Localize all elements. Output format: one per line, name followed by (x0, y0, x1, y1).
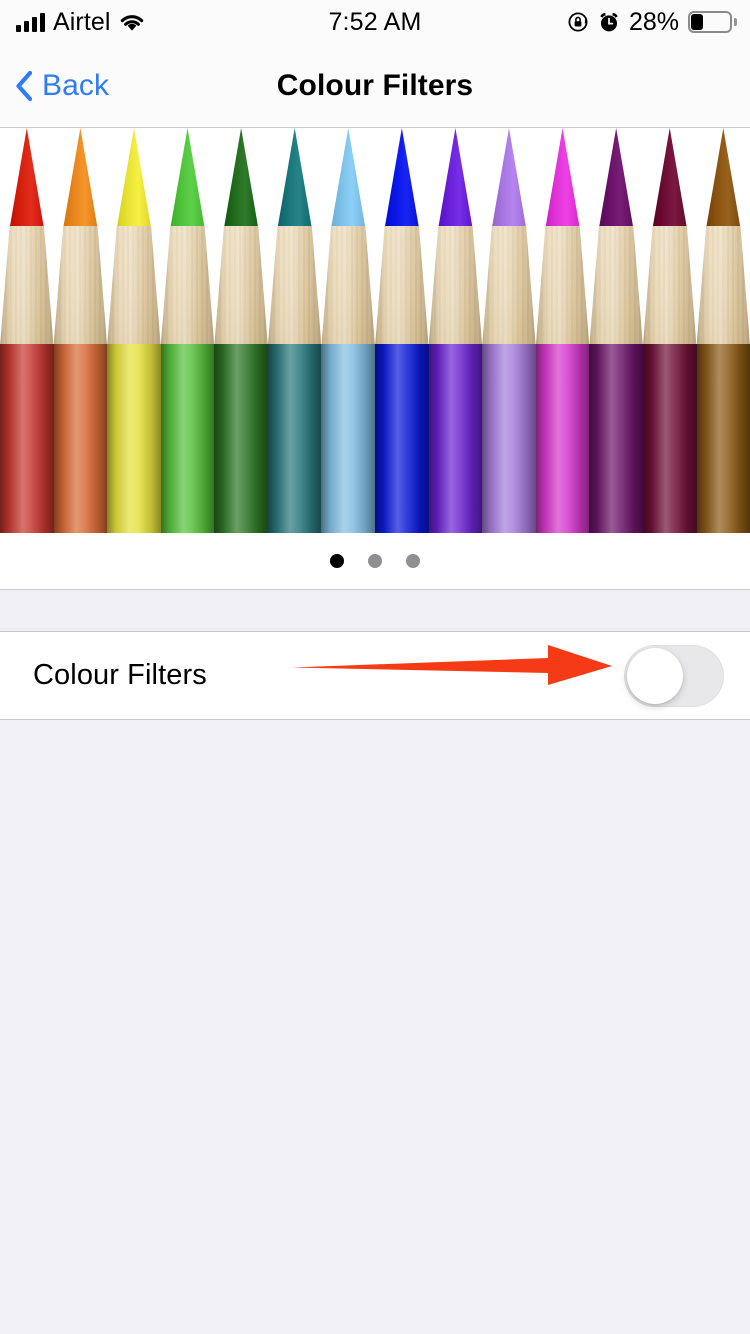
pencil-11 (535, 128, 590, 533)
pencil-barrel (375, 344, 429, 533)
pencil-barrel (53, 344, 108, 533)
pencil-tip (545, 128, 580, 228)
pencil-barrel (535, 344, 590, 533)
pencil-1 (0, 128, 54, 533)
pencil-wood (535, 226, 590, 346)
pencil-barrel (642, 344, 697, 533)
preview-page-control[interactable] (0, 533, 750, 589)
colour-filters-switch[interactable] (624, 644, 724, 707)
page-dot-2[interactable] (368, 554, 382, 568)
battery-percent-label: 28% (628, 7, 679, 36)
section-gap (0, 589, 750, 632)
coloured-pencils-image (0, 128, 750, 533)
page-dot-3[interactable] (406, 554, 420, 568)
pencil-wood (589, 226, 643, 346)
status-bar-left: Airtel (16, 8, 567, 37)
pencil-barrel (321, 344, 376, 533)
pencil-wood (375, 226, 429, 346)
pencil-3 (107, 128, 161, 533)
page-dots[interactable] (330, 554, 420, 568)
back-button-label: Back (42, 68, 110, 102)
pencil-6 (267, 128, 322, 533)
status-bar: Airtel 7:52 AM 28% (0, 0, 750, 44)
pencil-wood (107, 226, 161, 346)
back-button[interactable]: Back (0, 69, 109, 103)
pencil-barrel (107, 344, 161, 533)
pencil-tip (170, 128, 205, 228)
pencil-12 (589, 128, 643, 533)
alarm-clock-icon (598, 11, 620, 33)
pencil-barrel (0, 344, 54, 533)
signal-bars-icon (16, 12, 45, 32)
pencil-tip (9, 128, 44, 228)
pencil-barrel (482, 344, 536, 533)
pencil-tip (599, 128, 634, 228)
pencil-9 (428, 128, 483, 533)
pencil-tip (491, 128, 527, 228)
pencil-5 (214, 128, 268, 533)
colour-filters-label: Colour Filters (33, 659, 207, 691)
wifi-icon (119, 12, 145, 32)
pencil-barrel (696, 344, 750, 533)
pencil-tip (438, 128, 473, 228)
pencil-barrel (428, 344, 483, 533)
page-dot-1[interactable] (330, 554, 344, 568)
pencil-wood (696, 226, 750, 346)
pencil-14 (696, 128, 750, 533)
pencil-tip (652, 128, 687, 228)
status-bar-right: 28% (567, 7, 737, 37)
pencil-tip (277, 128, 312, 228)
phone-screen: Airtel 7:52 AM 28% Back Colour Filters C… (0, 0, 750, 1334)
pencil-barrel (160, 344, 215, 533)
pencil-tip (331, 128, 366, 228)
pencil-2 (53, 128, 108, 533)
pencil-4 (160, 128, 215, 533)
pencil-tip (706, 128, 741, 228)
battery-icon (688, 11, 737, 33)
pencil-7 (321, 128, 376, 533)
pencil-wood (160, 226, 215, 346)
colour-filters-row[interactable]: Colour Filters (0, 632, 750, 720)
carrier-label: Airtel (53, 7, 111, 36)
pencil-wood (642, 226, 697, 346)
navigation-bar: Back Colour Filters (0, 44, 750, 128)
rotation-lock-icon (567, 11, 589, 33)
pencil-tip (116, 128, 152, 228)
pencil-tip (384, 128, 419, 228)
pencil-wood (0, 226, 54, 346)
pencil-tip (63, 128, 98, 228)
pencil-wood (428, 226, 483, 346)
pencil-tip (223, 128, 259, 228)
pencil-13 (642, 128, 697, 533)
pencil-wood (214, 226, 268, 346)
pencil-barrel (267, 344, 322, 533)
colour-filter-preview-card (0, 128, 750, 589)
pencil-8 (375, 128, 429, 533)
pencil-10 (482, 128, 536, 533)
pencil-barrel (589, 344, 643, 533)
pencil-wood (321, 226, 376, 346)
pencil-wood (267, 226, 322, 346)
switch-knob (627, 647, 683, 704)
pencil-wood (53, 226, 108, 346)
pencil-wood (482, 226, 536, 346)
page-title: Colour Filters (276, 68, 474, 102)
chevron-left-icon (14, 70, 34, 102)
pencil-barrel (214, 344, 268, 533)
